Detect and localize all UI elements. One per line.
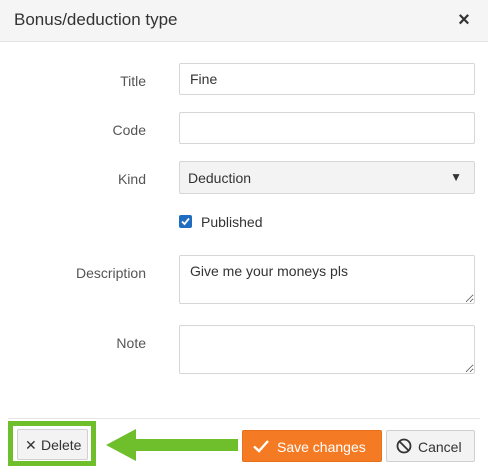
delete-button-label: Delete: [41, 437, 82, 453]
code-label: Code: [112, 122, 146, 138]
close-icon[interactable]: ×: [454, 9, 474, 31]
checkmark-icon: [181, 217, 190, 226]
title-label: Title: [120, 73, 146, 89]
note-textarea[interactable]: [179, 325, 475, 374]
ban-icon: [396, 438, 412, 454]
close-icon: ✕: [25, 437, 37, 453]
kind-select[interactable]: Deduction ▼: [179, 161, 475, 194]
footer-divider: [8, 418, 480, 419]
kind-label: Kind: [117, 171, 146, 187]
published-label: Published: [201, 214, 263, 230]
description-textarea[interactable]: Give me your moneys pls: [179, 255, 475, 304]
code-input[interactable]: [179, 112, 475, 144]
cancel-label: Cancel: [418, 439, 462, 455]
delete-button[interactable]: ✕ Delete: [17, 429, 88, 460]
kind-select-value: Deduction: [188, 170, 252, 186]
save-changes-label: Save changes: [277, 439, 366, 455]
cancel-button[interactable]: Cancel: [386, 430, 475, 462]
save-changes-button[interactable]: Save changes: [242, 430, 382, 462]
title-input[interactable]: [179, 63, 475, 95]
bonus-deduction-dialog: Bonus/deduction type × Title Code Kind D…: [0, 0, 488, 476]
published-checkbox[interactable]: [179, 215, 192, 228]
description-label: Description: [75, 265, 146, 281]
dialog-header: Bonus/deduction type ×: [0, 0, 488, 42]
caret-down-icon: ▼: [450, 170, 462, 184]
note-label: Note: [116, 335, 146, 351]
annotation-arrow-icon: [106, 429, 238, 461]
dialog-title: Bonus/deduction type: [14, 10, 178, 29]
checkmark-icon: [253, 440, 269, 453]
